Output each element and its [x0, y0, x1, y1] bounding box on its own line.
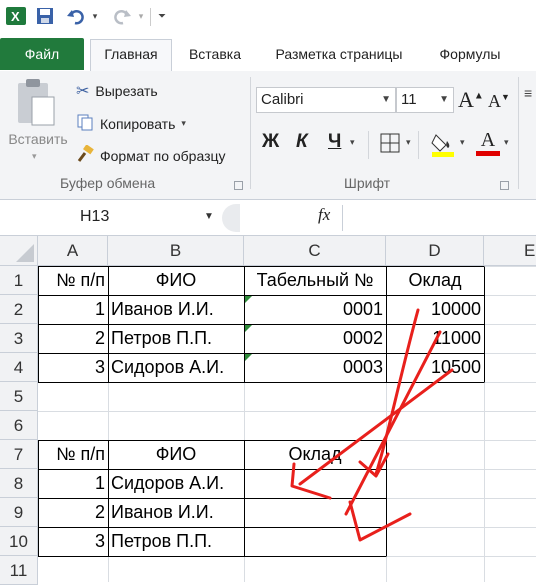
cell-d4[interactable]: 10500 — [386, 353, 484, 382]
cell-a7[interactable]: № п/п — [38, 440, 108, 469]
cell-b10[interactable]: Петров П.П. — [108, 527, 244, 556]
formula-input[interactable] — [342, 205, 536, 231]
scissors-icon: ✂ — [76, 83, 90, 100]
cell-a10[interactable]: 3 — [38, 527, 108, 556]
cell-a2[interactable]: 1 — [38, 295, 108, 324]
tab-page-layout[interactable]: Разметка страницы — [262, 40, 416, 68]
tab-insert[interactable]: Вставка — [178, 40, 252, 68]
clipboard-group-label: Буфер обмена — [60, 175, 156, 191]
font-size-value: 11 — [401, 91, 417, 108]
font-color-icon[interactable]: A — [476, 129, 500, 157]
spreadsheet-grid: A B C D E 1 2 3 4 5 6 7 8 9 10 11 № п/п ФИО Табельны… — [0, 236, 536, 585]
tab-home[interactable]: Главная — [90, 39, 172, 71]
toolbar-divider — [150, 8, 151, 26]
save-icon[interactable] — [34, 6, 56, 26]
formula-splitter[interactable] — [222, 204, 240, 232]
cell-c4[interactable]: 0003 — [244, 353, 386, 382]
chevron-down-icon: ▼ — [381, 94, 391, 105]
cell-d3[interactable]: 11000 — [386, 324, 484, 353]
shrink-font-icon[interactable]: A▼ — [488, 91, 510, 112]
copy-icon — [76, 113, 94, 134]
cell-a8[interactable]: 1 — [38, 469, 108, 498]
clipboard-dialog-launcher-icon[interactable] — [234, 181, 243, 190]
ribbon-separator — [518, 77, 519, 189]
underline-dropdown-icon[interactable]: ▾ — [350, 137, 355, 148]
cell-c7[interactable]: Оклад — [244, 440, 386, 469]
ribbon-tabs: Файл Главная Вставка Разметка страницы Ф… — [0, 33, 536, 72]
undo-dropdown-icon[interactable]: ▾ — [90, 6, 100, 26]
tab-file[interactable]: Файл — [0, 38, 84, 70]
excel-icon: X — [4, 6, 28, 26]
redo-icon[interactable] — [110, 6, 134, 26]
cell-b1[interactable]: ФИО — [108, 266, 244, 295]
svg-text:X: X — [11, 9, 20, 24]
cell-b7[interactable]: ФИО — [108, 440, 244, 469]
copy-label: Копировать — [100, 115, 176, 132]
cell-c3[interactable]: 0002 — [244, 324, 386, 353]
undo-icon[interactable] — [64, 6, 88, 26]
cell-a4[interactable]: 3 — [38, 353, 108, 382]
formula-bar: H13 ▼ fx — [0, 201, 536, 236]
cell-b4[interactable]: Сидоров А.И. — [108, 353, 244, 382]
name-box-value: H13 — [80, 208, 110, 225]
brush-icon — [76, 144, 94, 166]
font-name-select[interactable]: Calibri ▼ — [256, 87, 396, 113]
font-separator — [368, 131, 369, 159]
format-painter-label: Формат по образцу — [100, 147, 226, 164]
chevron-down-icon[interactable]: ▼ — [204, 211, 214, 222]
cell-a3[interactable]: 2 — [38, 324, 108, 353]
cut-button[interactable]: ✂ Вырезать — [76, 81, 158, 101]
formula-bar-divider — [244, 204, 294, 232]
cell-b3[interactable]: Петров П.П. — [108, 324, 244, 353]
paste-dropdown-icon[interactable]: ▾ — [32, 151, 37, 162]
font-size-select[interactable]: 11 ▼ — [396, 87, 454, 113]
cell-d2[interactable]: 10000 — [386, 295, 484, 324]
cell-a9[interactable]: 2 — [38, 498, 108, 527]
copy-dropdown-icon[interactable]: ▾ — [181, 118, 186, 129]
cell-c1[interactable]: Табельный № — [244, 266, 386, 295]
fill-color-dropdown-icon[interactable]: ▾ — [460, 137, 465, 148]
font-dialog-launcher-icon[interactable] — [500, 181, 509, 190]
copy-button[interactable]: Копировать ▾ — [76, 113, 186, 134]
ribbon-separator — [250, 77, 251, 189]
tab-formulas[interactable]: Формулы — [428, 40, 512, 68]
cell-c2[interactable]: 0001 — [244, 295, 386, 324]
ribbon: Вставить ▾ ✂ Вырезать Копировать ▾ Форма… — [0, 71, 536, 200]
fx-icon[interactable]: fx — [318, 205, 330, 225]
cell-b2[interactable]: Иванов И.И. — [108, 295, 244, 324]
bold-button[interactable]: Ж — [262, 131, 279, 153]
italic-button[interactable]: К — [296, 131, 308, 153]
font-color-dropdown-icon[interactable]: ▾ — [504, 137, 509, 148]
cell-a1[interactable]: № п/п — [38, 266, 108, 295]
redo-dropdown-icon: ▾ — [138, 10, 144, 21]
paste-icon[interactable] — [14, 77, 58, 129]
grow-font-icon[interactable]: A▲ — [458, 87, 484, 113]
chevron-down-icon: ▼ — [439, 94, 449, 105]
quick-access-toolbar: X ▾ ▾ ⏷ — [0, 0, 536, 34]
borders-icon[interactable] — [380, 133, 400, 158]
cell-b9[interactable]: Иванов И.И. — [108, 498, 244, 527]
format-painter-button[interactable]: Формат по образцу — [76, 144, 226, 166]
underline-button[interactable]: Ч — [328, 131, 341, 153]
borders-dropdown-icon[interactable]: ▾ — [406, 137, 411, 148]
font-group-label: Шрифт — [344, 175, 391, 191]
cell-b8[interactable]: Сидоров А.И. — [108, 469, 244, 498]
font-separator — [418, 131, 419, 159]
fill-color-icon[interactable] — [430, 131, 456, 162]
cell-d1[interactable]: Оклад — [386, 266, 484, 295]
customize-icon[interactable]: ⏷ — [155, 6, 169, 26]
paste-button[interactable]: Вставить — [6, 131, 70, 147]
cut-label: Вырезать — [95, 83, 158, 99]
align-icon[interactable]: ≡ — [524, 85, 532, 101]
name-box[interactable]: H13 ▼ — [4, 205, 214, 231]
font-name-value: Calibri — [261, 91, 304, 108]
